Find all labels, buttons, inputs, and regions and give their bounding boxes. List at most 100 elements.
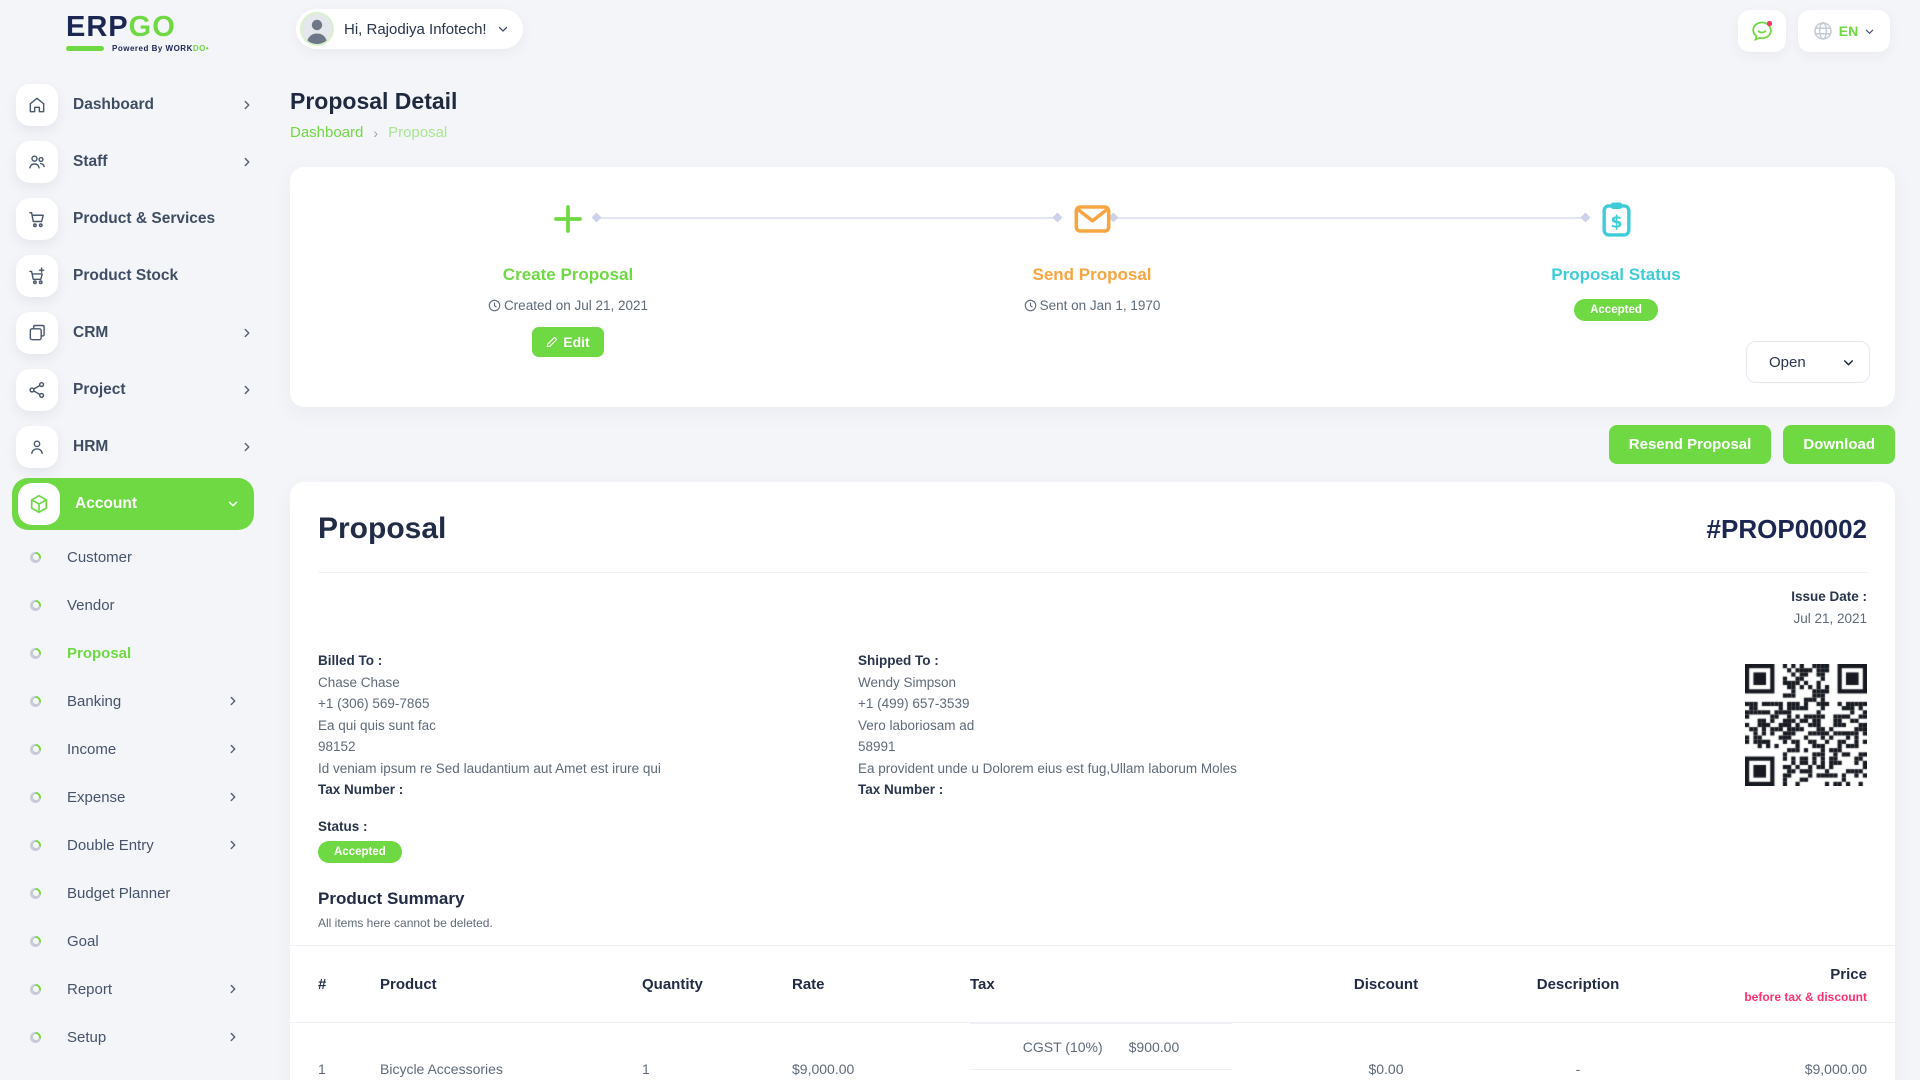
cart-icon <box>16 198 58 240</box>
sidebar-subitem-income[interactable]: Income <box>16 725 268 773</box>
app-logo[interactable]: ERPGO Powered By WORKDO• <box>66 12 209 53</box>
sidebar-item-hrm[interactable]: HRM <box>16 418 268 475</box>
sidebar-item-product-services[interactable]: Product & Services <box>16 190 268 247</box>
download-button[interactable]: Download <box>1783 425 1895 464</box>
sidebar-item-label: Product & Services <box>73 210 254 228</box>
sidebar-item-crm[interactable]: CRM <box>16 304 268 361</box>
step-meta: Sent on Jan 1, 1970 <box>932 298 1252 313</box>
chevron-down-icon <box>226 497 240 511</box>
step-send-proposal: Send Proposal Sent on Jan 1, 1970 <box>932 199 1252 313</box>
resend-proposal-button[interactable]: Resend Proposal <box>1609 425 1772 464</box>
logo-bar <box>66 46 104 51</box>
bullet-icon <box>30 600 41 611</box>
sidebar-subitem-setup[interactable]: Setup <box>16 1013 268 1061</box>
plus-icon <box>408 199 728 239</box>
bullet-icon <box>30 984 41 995</box>
shipped-name: Wendy Simpson <box>858 672 1237 694</box>
edit-button[interactable]: Edit <box>532 327 603 357</box>
cell-tax: CGST (10%)$900.00SGST (5%)$450.00 <box>970 1023 1300 1080</box>
breadcrumb-separator: › <box>373 125 378 141</box>
col-discount: Discount <box>1300 976 1472 993</box>
clock-icon <box>1024 299 1037 312</box>
items-table-header: # Product Quantity Rate Tax Discount Des… <box>318 946 1867 1022</box>
shipped-to-label: Shipped To : <box>858 650 1237 672</box>
sidebar-item-product-stock[interactable]: Product Stock <box>16 247 268 304</box>
proposal-document-card: Proposal #PROP00002 Issue Date : Jul 21,… <box>290 482 1895 1080</box>
shipped-address: Vero laboriosam ad <box>858 715 1237 737</box>
logo-text: ERPGO <box>66 12 209 42</box>
billed-to-block: Billed To : Chase Chase +1 (306) 569-786… <box>318 650 858 801</box>
sidebar-item-project[interactable]: Project <box>16 361 268 418</box>
clipboard-dollar-icon: $ <box>1456 199 1776 239</box>
page-title: Proposal Detail <box>290 88 1895 115</box>
status-label: Status : <box>318 819 1867 834</box>
breadcrumb-current: Proposal <box>388 124 447 141</box>
cell-discount: $0.00 <box>1300 1061 1472 1077</box>
col-tax: Tax <box>970 976 1300 993</box>
cell-description: - <box>1472 1061 1684 1077</box>
cell-quantity: 1 <box>642 1061 792 1077</box>
sidebar-subitem-banking[interactable]: Banking <box>16 677 268 725</box>
chevron-right-icon <box>226 982 240 996</box>
bullet-icon <box>30 552 41 563</box>
col-product: Product <box>380 976 642 993</box>
status-select[interactable]: Open <box>1746 341 1870 383</box>
sidebar-subitem-label: Setup <box>67 1029 226 1046</box>
proposal-number: #PROP00002 <box>1707 514 1867 545</box>
sidebar-item-account[interactable]: Account <box>12 478 254 530</box>
clock-icon <box>488 299 501 312</box>
sidebar-subitem-label: Double Entry <box>67 837 226 854</box>
sidebar-item-staff[interactable]: Staff <box>16 133 268 190</box>
copy-icon <box>16 312 58 354</box>
col-rate: Rate <box>792 976 970 993</box>
chevron-down-icon <box>497 23 509 35</box>
avatar <box>300 12 334 46</box>
sidebar-item-label: Dashboard <box>73 96 240 114</box>
bullet-icon <box>30 648 41 659</box>
breadcrumb-dashboard-link[interactable]: Dashboard <box>290 124 363 141</box>
sidebar-item-dashboard[interactable]: Dashboard <box>16 76 268 133</box>
user-menu[interactable]: Hi, Rajodiya Infotech! <box>296 9 523 49</box>
bullet-icon <box>30 888 41 899</box>
col-price: Price before tax & discount <box>1684 966 1867 1004</box>
sidebar-item-label: CRM <box>73 324 240 342</box>
sidebar-subitem-proposal[interactable]: Proposal <box>16 629 268 677</box>
sidebar-subitem-double-entry[interactable]: Double Entry <box>16 821 268 869</box>
sidebar-subitem-vendor[interactable]: Vendor <box>16 581 268 629</box>
sidebar-subitem-customer[interactable]: Customer <box>16 533 268 581</box>
sidebar-subitem-label: Banking <box>67 693 226 710</box>
sidebar-submenu-account: Customer Vendor Proposal Banking Income Expen… <box>16 533 268 1061</box>
language-selector[interactable]: EN <box>1798 10 1890 52</box>
sidebar-subitem-goal[interactable]: Goal <box>16 917 268 965</box>
billed-note: Id veniam ipsum re Sed laudantium aut Am… <box>318 758 858 780</box>
col-quantity: Quantity <box>642 976 792 993</box>
shipped-to-block: Shipped To : Wendy Simpson +1 (499) 657-… <box>858 650 1237 801</box>
logo-subtitle: Powered By WORKDO• <box>66 44 209 53</box>
cube-icon <box>18 483 60 525</box>
sidebar-subitem-report[interactable]: Report <box>16 965 268 1013</box>
bullet-icon <box>30 696 41 707</box>
product-summary-note: All items here cannot be deleted. <box>318 916 1867 930</box>
qr-code <box>1745 664 1867 791</box>
cell-product: Bicycle Accessories <box>380 1061 642 1077</box>
sidebar-subitem-label: Report <box>67 981 226 998</box>
sidebar-subitem-label: Income <box>67 741 226 758</box>
sidebar-subitem-expense[interactable]: Expense <box>16 773 268 821</box>
actions-row: Resend Proposal Download <box>290 425 1895 464</box>
billed-address: Ea qui quis sunt fac <box>318 715 858 737</box>
cart-plus-icon <box>16 255 58 297</box>
sidebar-item-label: Project <box>73 381 240 399</box>
sidebar-subitem-label: Vendor <box>67 597 240 614</box>
tax-line: CGST (10%)$900.00 <box>970 1023 1232 1069</box>
chat-icon <box>1749 18 1775 44</box>
bullet-icon <box>30 840 41 851</box>
chevron-down-icon <box>1864 26 1875 37</box>
sidebar-subitem-label: Proposal <box>67 645 240 662</box>
sidebar-subitem-budget-planner[interactable]: Budget Planner <box>16 869 268 917</box>
messages-button[interactable] <box>1738 10 1786 52</box>
share-icon <box>16 369 58 411</box>
step-title: Proposal Status <box>1456 265 1776 285</box>
document-title: Proposal <box>318 512 446 546</box>
table-row: 1Bicycle Accessories1$9,000.00CGST (10%)… <box>318 1023 1867 1080</box>
chevron-right-icon <box>240 383 254 397</box>
